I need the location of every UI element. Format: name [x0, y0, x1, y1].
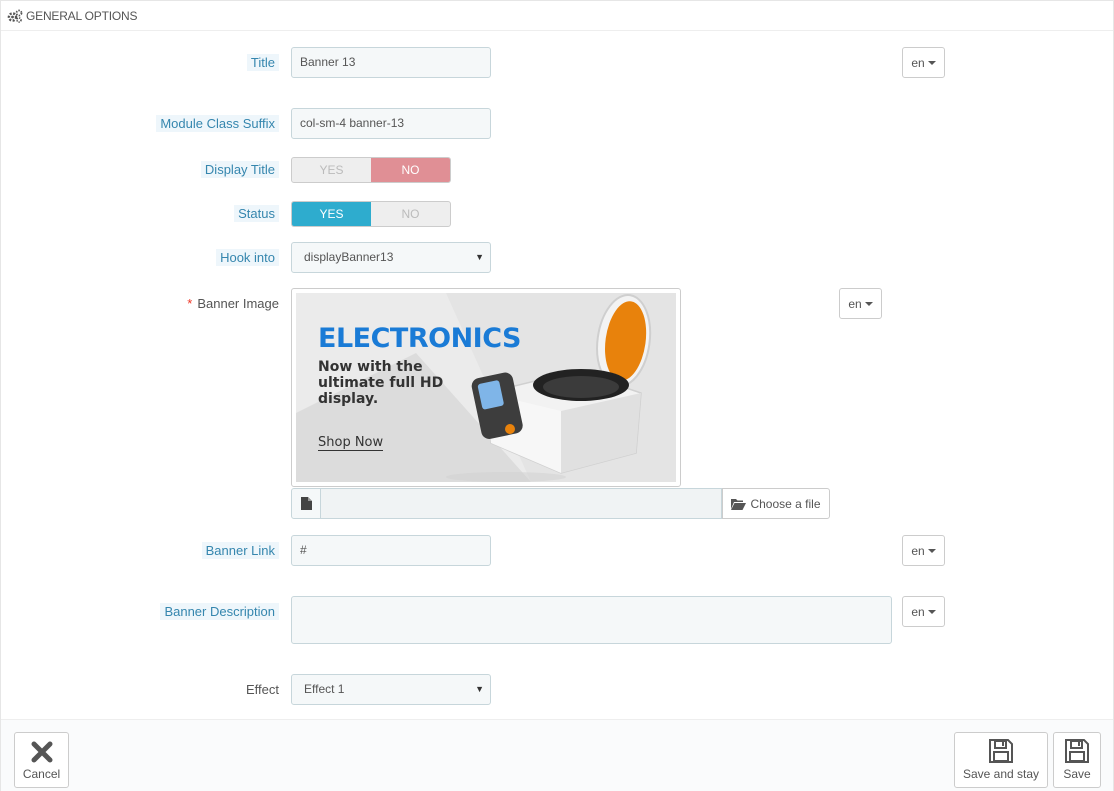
select-arrow-icon: ▼ — [475, 684, 484, 694]
display-title-no[interactable]: NO — [371, 158, 450, 182]
caret-down-icon — [864, 301, 873, 306]
status-label: Status — [234, 204, 279, 224]
cogs-icon — [7, 9, 23, 23]
status-switch[interactable]: YES NO — [291, 201, 451, 227]
banner-link-language-dropdown[interactable]: en — [902, 535, 945, 566]
panel-footer: Cancel Save and stay Save — [1, 719, 1113, 791]
save-icon — [989, 739, 1013, 763]
save-icon — [1065, 739, 1089, 763]
caret-down-icon — [927, 548, 936, 553]
title-input[interactable]: Banner 13 — [291, 47, 491, 78]
banner-preview-title: ELECTRONICS — [318, 323, 521, 354]
banner-link-label: Banner Link — [201, 541, 279, 561]
banner-preview-subtitle: Now with the ultimate full HD display. — [318, 359, 444, 407]
panel-title: GENERAL OPTIONS — [26, 8, 138, 23]
general-options-panel: GENERAL OPTIONS Title Banner 13 en Modul… — [0, 0, 1114, 791]
banner-description-language-dropdown[interactable]: en — [902, 596, 945, 627]
caret-down-icon — [927, 609, 936, 614]
folder-open-icon — [731, 498, 747, 510]
select-arrow-icon: ▼ — [475, 252, 484, 262]
panel-heading: GENERAL OPTIONS — [1, 1, 1113, 31]
save-and-stay-button[interactable]: Save and stay — [954, 732, 1048, 788]
banner-image: ELECTRONICS Now with the ultimate full H… — [296, 293, 676, 482]
effect-label: Effect — [245, 682, 279, 697]
module-class-suffix-input[interactable]: col-sm-4 banner-13 — [291, 108, 491, 139]
close-icon — [31, 741, 52, 763]
module-class-suffix-label: Module Class Suffix — [156, 114, 279, 134]
caret-down-icon — [927, 60, 936, 65]
banner-description-label: Banner Description — [160, 602, 279, 622]
hook-into-select[interactable]: displayBanner13 ▼ — [291, 242, 491, 273]
banner-image-label: * Banner Image — [187, 296, 279, 311]
file-name-input[interactable] — [321, 488, 722, 519]
status-yes[interactable]: YES — [292, 202, 371, 226]
display-title-switch[interactable]: YES NO — [291, 157, 451, 183]
display-title-label: Display Title — [200, 160, 279, 180]
hook-into-label: Hook into — [216, 248, 279, 268]
status-no[interactable]: NO — [371, 202, 450, 226]
banner-link-input[interactable]: # — [291, 535, 491, 566]
banner-preview-link: Shop Now — [318, 435, 384, 451]
effect-select[interactable]: Effect 1 ▼ — [291, 674, 491, 705]
file-icon — [291, 488, 321, 519]
banner-description-textarea[interactable] — [291, 596, 892, 644]
title-language-dropdown[interactable]: en — [902, 47, 945, 78]
title-label: Title — [246, 53, 279, 73]
banner-image-language-dropdown[interactable]: en — [839, 288, 882, 319]
cancel-button[interactable]: Cancel — [14, 732, 69, 788]
banner-image-preview: ELECTRONICS Now with the ultimate full H… — [291, 288, 681, 487]
save-button[interactable]: Save — [1053, 732, 1101, 788]
choose-file-button[interactable]: Choose a file — [722, 488, 830, 519]
banner-image-file-upload: Choose a file — [291, 488, 830, 519]
display-title-yes[interactable]: YES — [292, 158, 371, 182]
